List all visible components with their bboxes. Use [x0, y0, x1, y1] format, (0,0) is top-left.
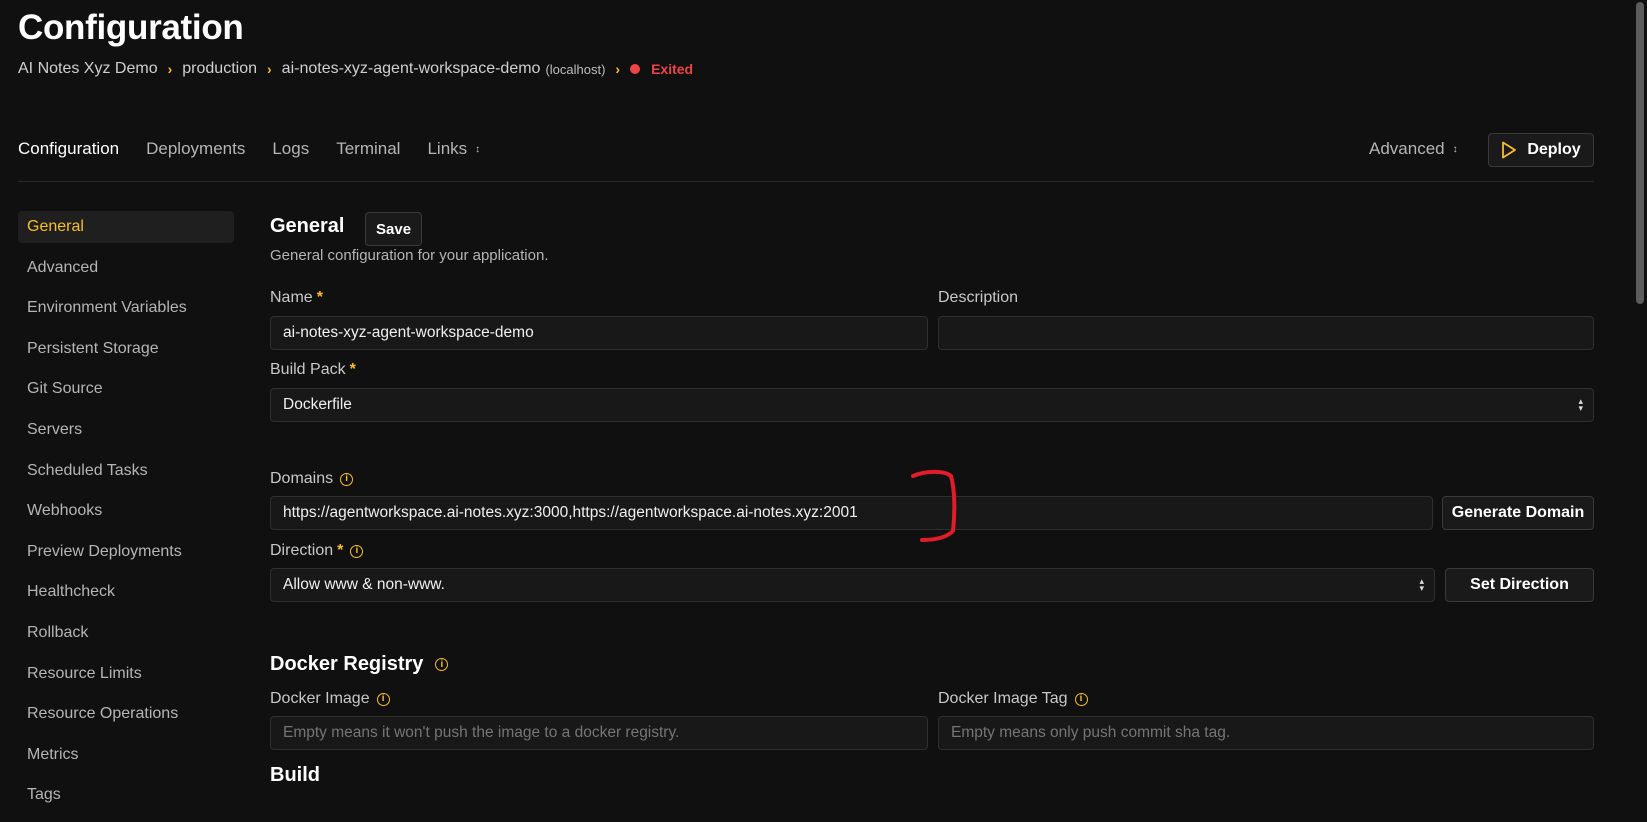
buildpack-select-value: Dockerfile — [283, 396, 352, 413]
section-title-docker-registry: Docker Registry i — [270, 653, 449, 676]
info-circle-icon[interactable]: i — [340, 472, 354, 486]
docker-image-label: Docker Image i — [270, 690, 390, 708]
status-dot-icon — [630, 64, 641, 74]
annotation-bracket — [911, 469, 957, 542]
docker-registry-title: Docker Registry — [270, 653, 424, 675]
tab-configuration[interactable]: Configuration — [18, 139, 119, 159]
name-input[interactable]: ai-notes-xyz-agent-workspace-demo — [270, 316, 928, 350]
breadcrumb-project[interactable]: AI Notes Xyz Demo — [18, 60, 158, 78]
scrollbar[interactable] — [1636, 2, 1644, 304]
info-circle-icon[interactable]: i — [1074, 692, 1088, 706]
info-circle-icon[interactable]: i — [350, 544, 364, 558]
deploy-button[interactable]: Deploy — [1488, 133, 1594, 167]
required-mark: * — [349, 361, 356, 378]
tab-links[interactable]: Links ↕ — [427, 139, 480, 159]
tab-logs[interactable]: Logs — [272, 139, 309, 159]
direction-label: Direction * i — [270, 542, 364, 560]
tab-links-label: Links — [427, 139, 468, 158]
breadcrumb-environment[interactable]: production — [182, 60, 257, 78]
sidebar-item-persistent-storage[interactable]: Persistent Storage — [18, 333, 234, 365]
divider — [18, 181, 1594, 182]
chevron-updown-icon: ▴ ▾ — [1578, 396, 1583, 413]
set-direction-button[interactable]: Set Direction — [1445, 568, 1594, 602]
info-circle-icon[interactable]: i — [435, 658, 449, 671]
domains-input[interactable]: https://agentworkspace.ai-notes.xyz:3000… — [270, 496, 1433, 530]
info-circle-icon[interactable]: i — [376, 692, 390, 706]
nav-tabs: Configuration Deployments Logs Terminal … — [18, 139, 507, 159]
advanced-dropdown[interactable]: Advanced ↕ — [1369, 139, 1458, 159]
sidebar-item-general[interactable]: General — [18, 211, 234, 243]
breadcrumb: AI Notes Xyz Demo › production › ai-note… — [18, 60, 693, 78]
direction-label-text: Direction — [270, 542, 334, 559]
sidebar-item-metrics[interactable]: Metrics — [18, 739, 234, 771]
sidebar-item-tags[interactable]: Tags — [18, 779, 234, 811]
domains-label: Domains i — [270, 470, 354, 488]
required-mark: * — [316, 289, 323, 306]
section-title-general: General — [270, 215, 345, 237]
sidebar-item-webhooks[interactable]: Webhooks — [18, 495, 234, 527]
sidebar-item-rollback[interactable]: Rollback — [18, 617, 234, 649]
tab-deployments[interactable]: Deployments — [146, 139, 245, 159]
sidebar-item-servers[interactable]: Servers — [18, 414, 234, 446]
description-input[interactable] — [938, 316, 1594, 350]
docker-image-tag-label: Docker Image Tag i — [938, 690, 1088, 708]
chevron-right-icon: › — [615, 61, 621, 77]
advanced-dropdown-label: Advanced — [1369, 139, 1445, 158]
name-label: Name * — [270, 289, 323, 307]
section-subtitle: General configuration for your applicati… — [270, 247, 549, 264]
buildpack-label-text: Build Pack — [270, 361, 346, 378]
sidebar-item-preview-deployments[interactable]: Preview Deployments — [18, 536, 234, 568]
section-title-build: Build — [270, 764, 320, 786]
docker-image-input[interactable] — [270, 716, 928, 750]
direction-select-value: Allow www & non-www. — [283, 576, 445, 593]
docker-image-tag-input[interactable] — [938, 716, 1594, 750]
required-mark: * — [337, 542, 344, 559]
deploy-button-label: Deploy — [1527, 141, 1581, 158]
description-label: Description — [938, 289, 1019, 306]
sidebar-item-resource-limits[interactable]: Resource Limits — [18, 658, 234, 690]
sidebar: General Advanced Environment Variables P… — [18, 211, 234, 820]
breadcrumb-resource[interactable]: ai-notes-xyz-agent-workspace-demo — [282, 60, 541, 78]
breadcrumb-server: (localhost) — [545, 61, 606, 77]
docker-image-tag-label-text: Docker Image Tag — [938, 690, 1068, 707]
direction-select[interactable]: Allow www & non-www. ▴ ▾ — [270, 568, 1435, 602]
sidebar-item-resource-operations[interactable]: Resource Operations — [18, 698, 234, 730]
sidebar-item-environment-variables[interactable]: Environment Variables — [18, 292, 234, 324]
docker-image-label-text: Docker Image — [270, 690, 370, 707]
sidebar-item-healthcheck[interactable]: Healthcheck — [18, 576, 234, 608]
chevron-updown-icon: ▴ ▾ — [1419, 576, 1424, 593]
domains-label-text: Domains — [270, 470, 334, 487]
play-icon — [1502, 141, 1517, 159]
save-button[interactable]: Save — [365, 212, 423, 246]
sidebar-item-scheduled-tasks[interactable]: Scheduled Tasks — [18, 455, 234, 487]
chevron-updown-icon: ↕ — [1452, 144, 1458, 155]
chevron-updown-icon: ↕ — [475, 144, 481, 155]
chevron-right-icon: › — [267, 61, 272, 77]
status-badge: Exited — [651, 61, 694, 77]
generate-domain-button[interactable]: Generate Domain — [1442, 496, 1594, 530]
sidebar-item-git-source[interactable]: Git Source — [18, 373, 234, 405]
buildpack-select[interactable]: Dockerfile ▴ ▾ — [270, 388, 1594, 422]
name-label-text: Name — [270, 289, 313, 306]
buildpack-label: Build Pack * — [270, 361, 356, 379]
tab-terminal[interactable]: Terminal — [336, 139, 400, 159]
sidebar-item-advanced[interactable]: Advanced — [18, 252, 234, 284]
chevron-right-icon: › — [167, 61, 173, 77]
page-title: Configuration — [18, 8, 244, 47]
